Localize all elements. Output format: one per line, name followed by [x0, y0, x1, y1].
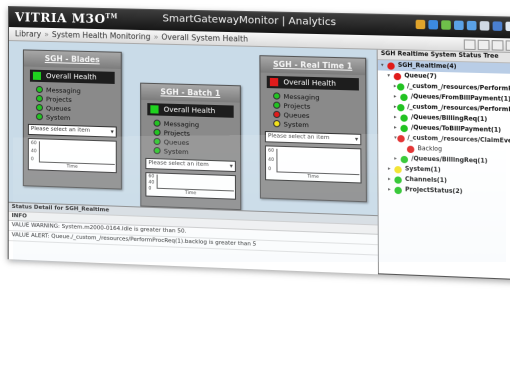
card-title[interactable]: SGH - Real Time 1	[260, 56, 366, 76]
tree-node-label: /Queues/FromBillPayment(1)	[410, 93, 510, 103]
card-title[interactable]: SGH - Blades	[23, 50, 121, 69]
overall-health-label: Overall Health	[283, 78, 337, 88]
bar-chart-icon[interactable]	[428, 19, 439, 30]
tree-node-label: /Queues/BillingReq(1)	[410, 114, 488, 124]
status-dot-icon	[400, 93, 408, 101]
card-title[interactable]: SGH - Batch 1	[141, 83, 240, 103]
forward-icon[interactable]	[466, 20, 477, 31]
breadcrumb-system-health-monitoring[interactable]: System Health Monitoring	[52, 30, 151, 41]
metric-list: Messaging Projects Queues System	[35, 85, 109, 123]
status-dot-icon	[400, 113, 408, 122]
health-status-icon	[269, 77, 279, 87]
chevron-down-icon: ▾	[110, 128, 114, 136]
top-toolbar	[415, 19, 510, 32]
status-dot-icon	[396, 82, 404, 91]
print-icon[interactable]	[505, 40, 510, 52]
back-icon[interactable]	[453, 20, 464, 31]
status-dot-icon	[273, 119, 281, 128]
status-dot-icon	[35, 103, 43, 112]
health-status-icon	[32, 71, 41, 80]
screenshot-scene: VITRIA M3OTM SmartGatewayMonitor | Analy…	[0, 0, 510, 389]
status-dot-icon	[273, 92, 281, 100]
status-dot-icon	[273, 110, 281, 119]
breadcrumb-overall-system-health: Overall System Health	[161, 32, 249, 44]
tree-node-label: SGH_Realtime(4)	[397, 62, 457, 71]
window-reflection	[13, 132, 507, 262]
overall-health-label: Overall Health	[45, 72, 97, 82]
refresh-icon[interactable]	[477, 39, 490, 51]
layout-icon[interactable]	[463, 39, 476, 51]
app-title: SmartGatewayMonitor | Analytics	[162, 13, 337, 29]
overall-health-bar: Overall Health	[147, 103, 234, 118]
status-dot-icon	[153, 119, 161, 127]
metric-system[interactable]: System	[273, 119, 353, 131]
status-dot-icon	[396, 103, 405, 111]
status-dot-icon	[35, 113, 43, 121]
status-dot-icon	[400, 124, 408, 132]
overall-health-label: Overall Health	[163, 105, 216, 116]
window-icon[interactable]	[505, 21, 510, 32]
status-dot-icon	[273, 101, 281, 109]
status-dot-icon	[35, 85, 43, 94]
metric-system[interactable]: System	[35, 112, 109, 123]
overall-health-bar: Overall Health	[29, 69, 115, 84]
status-dot-icon	[393, 72, 402, 80]
status-dot-icon	[35, 94, 43, 103]
grid-icon[interactable]	[441, 20, 451, 30]
breadcrumb-library[interactable]: Library	[15, 29, 41, 39]
breadcrumb-separator: »	[44, 29, 49, 39]
breadcrumb-separator: »	[153, 32, 159, 42]
save-icon[interactable]	[491, 40, 504, 51]
health-status-icon	[150, 105, 159, 114]
tree-node-label: Queue(7)	[404, 73, 437, 81]
status-dot-icon	[153, 128, 161, 136]
vitria-logo: VITRIA M3OTM	[14, 10, 118, 27]
reflection-fill	[13, 132, 507, 262]
metric-list: Messaging Projects Queues System	[273, 91, 353, 130]
chart-icon[interactable]	[415, 19, 426, 30]
status-dot-icon	[387, 61, 395, 70]
overall-health-bar: Overall Health	[266, 75, 359, 91]
help-icon[interactable]	[492, 21, 503, 31]
view-tools	[463, 39, 510, 52]
edit-icon[interactable]	[479, 21, 490, 31]
